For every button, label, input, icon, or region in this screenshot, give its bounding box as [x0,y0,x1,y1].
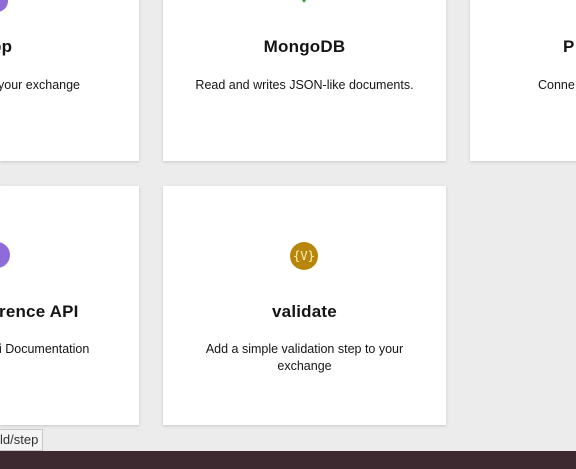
card-title: validate [272,302,337,321]
validate-icon: {V} [290,242,318,270]
card-description: Conne [538,78,575,92]
card-description: Add a simple validation step to your exc… [205,342,404,373]
card-top-right[interactable]: P Conne [470,0,576,161]
card-description: i Documentation [0,342,90,356]
card-title: MongoDB [263,37,346,56]
card-title: P [563,37,575,56]
mongodb-leaf-icon [301,0,307,3]
purple-step-icon [0,0,8,12]
card-title: rence API [0,302,79,321]
card-bottom-left[interactable]: rence API i Documentation [0,186,139,425]
card-title: pp [0,37,13,56]
card-description: your exchange [0,78,81,92]
card-description: Read and writes JSON-like documents. [195,78,414,92]
card-top-left[interactable]: pp your exchange [0,0,139,161]
card-validate[interactable]: {V} validate Add a simple validation ste… [163,186,446,425]
status-bar-url: ld/step [0,429,44,451]
card-mongodb[interactable]: MongoDB Read and writes JSON-like docume… [163,0,446,161]
taskbar [0,451,576,469]
purple-step-icon [0,242,10,268]
